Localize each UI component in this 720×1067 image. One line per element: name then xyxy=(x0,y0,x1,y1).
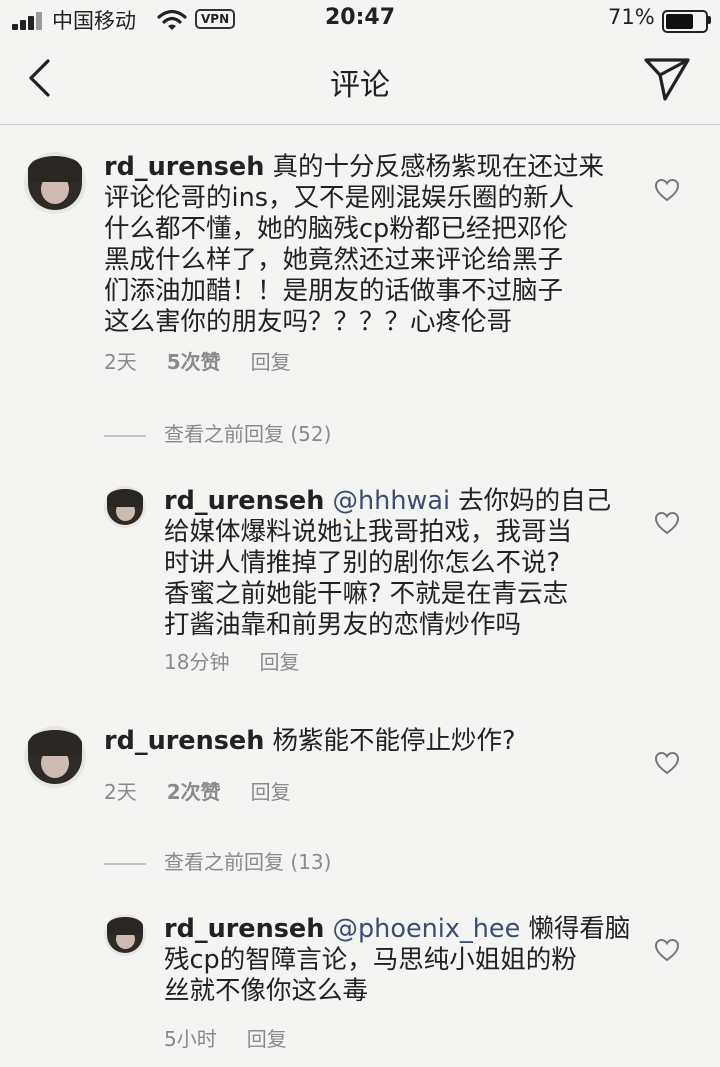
comment-text: rd_urenseh 杨紫能不能停止炒作? xyxy=(104,726,516,756)
reply-button[interactable]: 回复 xyxy=(259,650,299,674)
username[interactable]: rd_urenseh xyxy=(104,152,264,182)
comment-meta: 18分钟 回复 xyxy=(164,646,329,675)
comment-meta: 5小时 回复 xyxy=(164,1023,317,1052)
view-previous-replies[interactable]: 查看之前回复 (13) xyxy=(104,846,331,875)
status-bar: 中国移动 VPN 20:47 71% xyxy=(0,0,720,40)
username[interactable]: rd_urenseh xyxy=(104,726,264,756)
like-count[interactable]: 5次赞 xyxy=(167,350,221,374)
reply-button[interactable]: 回复 xyxy=(251,350,291,374)
avatar[interactable] xyxy=(104,486,146,528)
like-heart-icon[interactable] xyxy=(654,178,680,202)
nav-bar: 评论 xyxy=(0,40,720,125)
comment-meta: 2天 5次赞 回复 xyxy=(104,346,321,375)
comment-time: 2天 xyxy=(104,350,137,374)
send-icon[interactable] xyxy=(643,56,691,102)
battery-percent: 71% xyxy=(608,5,655,29)
mention-link[interactable]: @phoenix_hee xyxy=(333,914,521,944)
avatar[interactable] xyxy=(24,152,86,214)
username[interactable]: rd_urenseh xyxy=(164,486,324,516)
reply-text: rd_urenseh @hhhwai 去你妈的自己 给媒体爆料说她让我哥拍戏，我… xyxy=(164,486,612,640)
comment-meta: 2天 2次赞 回复 xyxy=(104,776,321,805)
like-count[interactable]: 2次赞 xyxy=(167,780,221,804)
page-title: 评论 xyxy=(330,68,390,103)
avatar[interactable] xyxy=(104,914,146,956)
view-previous-replies[interactable]: 查看之前回复 (52) xyxy=(104,418,331,447)
battery-tip xyxy=(708,16,711,24)
comment-text: rd_urenseh 真的十分反感杨紫现在还过来 评论伦哥的ins，又不是刚混娱… xyxy=(104,152,605,337)
like-heart-icon[interactable] xyxy=(654,938,680,962)
like-heart-icon[interactable] xyxy=(654,751,680,775)
battery-icon xyxy=(662,10,708,33)
like-heart-icon[interactable] xyxy=(654,511,680,535)
comment-time: 2天 xyxy=(104,780,137,804)
avatar[interactable] xyxy=(24,726,86,788)
username[interactable]: rd_urenseh xyxy=(164,914,324,944)
reply-text: rd_urenseh @phoenix_hee 懒得看脑 残cp的智障言论，马思… xyxy=(164,914,631,1006)
comment-time: 5小时 xyxy=(164,1027,217,1051)
comment-time: 18分钟 xyxy=(164,650,230,674)
mention-link[interactable]: @hhhwai xyxy=(333,486,451,516)
reply-button[interactable]: 回复 xyxy=(251,780,291,804)
reply-button[interactable]: 回复 xyxy=(247,1027,287,1051)
